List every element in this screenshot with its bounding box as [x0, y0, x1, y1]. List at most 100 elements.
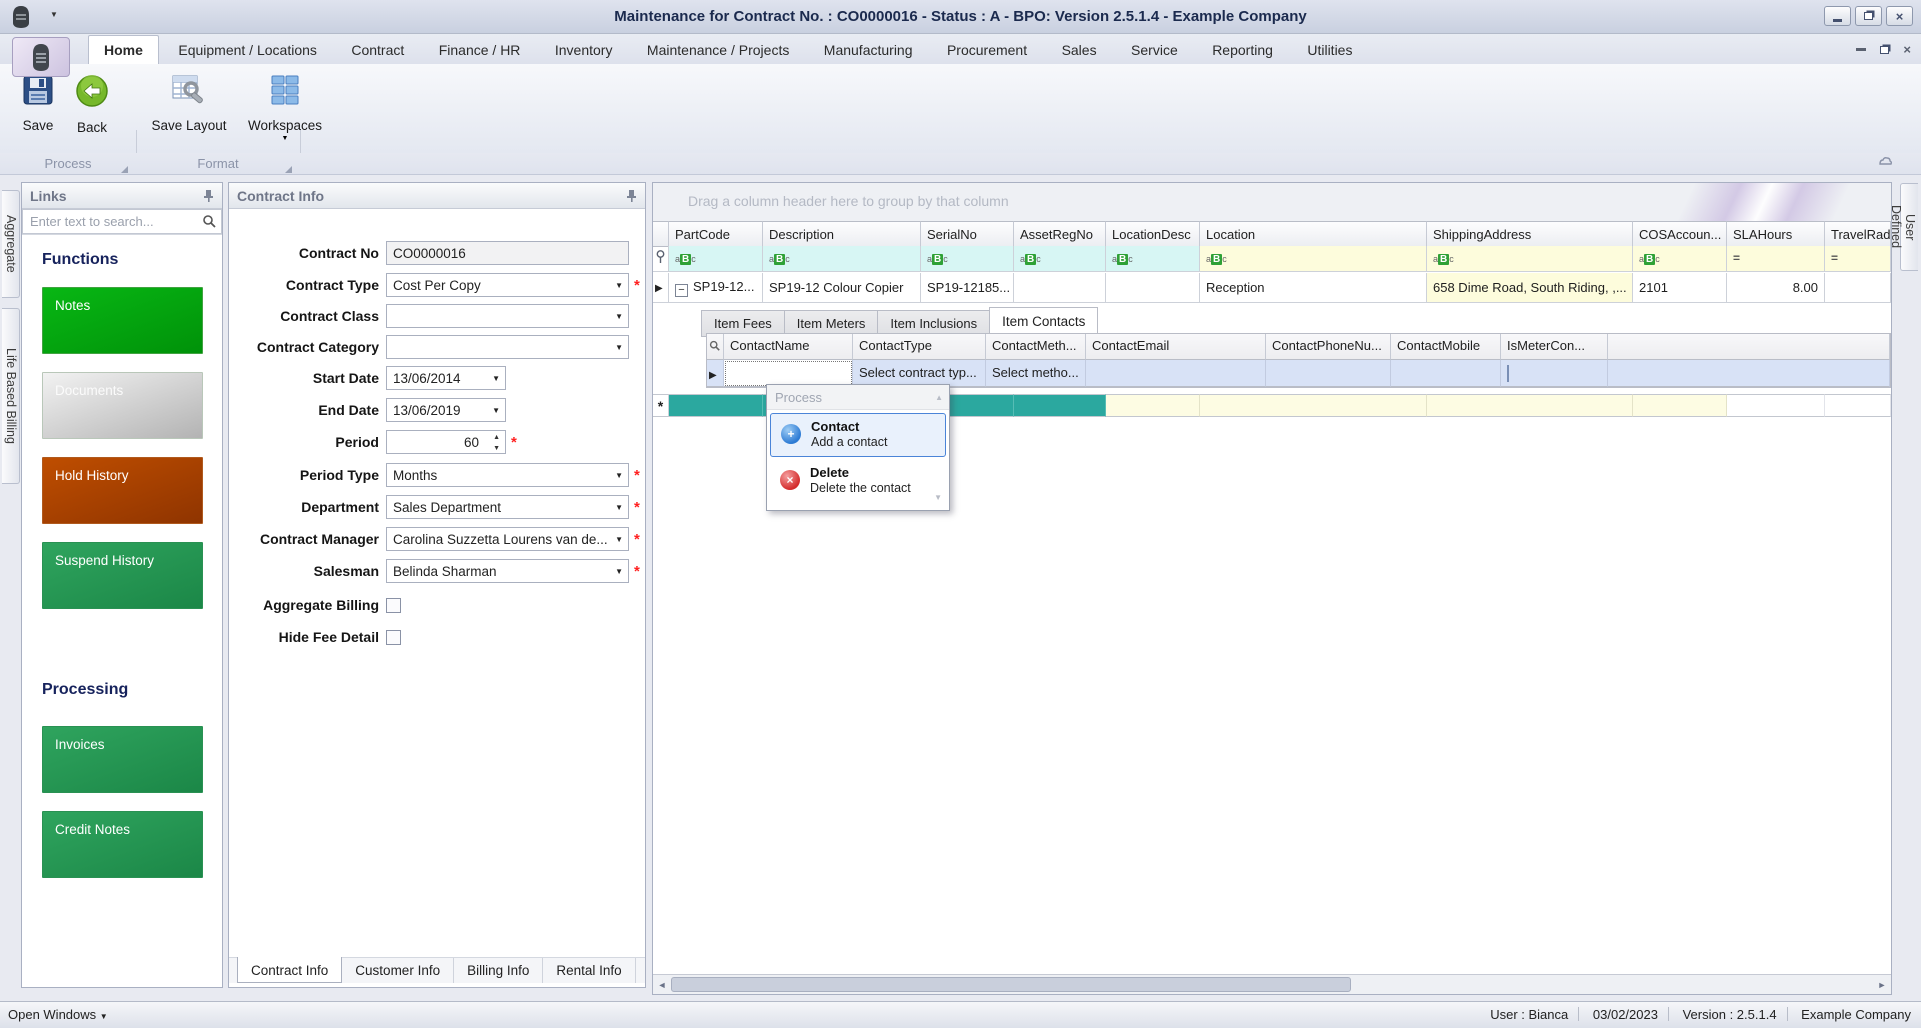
row-expand-indicator[interactable]: ▶ — [653, 273, 669, 303]
side-tab-user-defined[interactable]: User Defined — [1889, 183, 1918, 271]
cell-travelradius[interactable] — [1825, 273, 1891, 303]
tab-billing-info[interactable]: Billing Info — [454, 958, 544, 983]
tab-manufacturing[interactable]: Manufacturing — [809, 36, 928, 65]
filter-cell-cosaccount[interactable]: aBc — [1633, 246, 1727, 272]
contact-method-cell[interactable]: Select metho... — [986, 360, 1086, 387]
side-tab-aggregate[interactable]: Aggregate — [2, 190, 20, 298]
scroll-right-icon[interactable]: ► — [1874, 977, 1890, 993]
chevron-down-icon[interactable]: ▼ — [492, 374, 500, 383]
side-tab-life-based-billing[interactable]: Life Based Billing — [2, 308, 20, 484]
column-header-assetregno[interactable]: AssetRegNo — [1014, 221, 1106, 247]
filter-cell-travelradius[interactable]: = — [1825, 246, 1891, 272]
column-header-cosaccount[interactable]: COSAccoun... — [1633, 221, 1727, 247]
contact-name-edit-cell[interactable] — [724, 360, 853, 387]
chevron-down-icon[interactable]: ▼ — [492, 406, 500, 415]
links-search-input[interactable] — [22, 209, 222, 234]
contract-manager-select[interactable]: Carolina Suzzetta Lourens van de... ▼ — [386, 527, 629, 551]
pin-icon[interactable] — [203, 189, 214, 202]
credit-notes-button[interactable]: Credit Notes — [42, 811, 203, 878]
column-header-contactmethod[interactable]: ContactMeth... — [986, 334, 1086, 360]
new-row-cell-travelradius[interactable] — [1825, 394, 1891, 417]
collapse-ribbon-icon[interactable] — [1877, 156, 1893, 168]
column-header-contactname[interactable]: ContactName — [724, 334, 853, 360]
column-header-slahours[interactable]: SLAHours — [1727, 221, 1825, 247]
menu-item-delete[interactable]: × Delete Delete the contact ▼ — [770, 460, 946, 504]
cell-cosaccount[interactable]: 2101 — [1633, 273, 1727, 303]
collapse-detail-icon[interactable]: − — [675, 284, 688, 297]
period-stepper[interactable]: 60 ▲ ▼ — [386, 430, 506, 454]
filter-cell-shippingaddress[interactable]: aBc — [1427, 246, 1633, 272]
new-row-cell-shippingaddress[interactable] — [1427, 394, 1633, 417]
tab-contract-info[interactable]: Contract Info — [237, 957, 343, 983]
new-row-cell-location[interactable] — [1200, 394, 1427, 417]
notes-button[interactable]: Notes — [42, 287, 203, 354]
horizontal-scrollbar[interactable]: ◄ ► — [653, 974, 1891, 994]
new-row-cell-partcode[interactable] — [669, 394, 763, 417]
cell-partcode[interactable]: − SP19-12... — [669, 273, 763, 303]
department-select[interactable]: Sales Department ▼ — [386, 495, 629, 519]
scrollbar-thumb[interactable] — [671, 977, 1351, 992]
column-header-serialno[interactable]: SerialNo — [921, 221, 1014, 247]
salesman-select[interactable]: Belinda Sharman ▼ — [386, 559, 629, 583]
is-meter-contact-checkbox[interactable] — [1507, 365, 1509, 382]
column-header-contactmobile[interactable]: ContactMobile — [1391, 334, 1501, 360]
save-layout-button[interactable]: Save Layout — [146, 69, 232, 145]
column-header-travelradius[interactable]: TravelRadiu... — [1825, 221, 1891, 247]
tab-finance-hr[interactable]: Finance / HR — [424, 36, 536, 65]
cell-description[interactable]: SP19-12 Colour Copier — [763, 273, 921, 303]
contract-no-field[interactable]: CO0000016 — [386, 241, 629, 265]
tab-inventory[interactable]: Inventory — [540, 36, 628, 65]
new-row-cell-locationdesc[interactable] — [1106, 394, 1200, 417]
tab-maintenance-projects[interactable]: Maintenance / Projects — [632, 36, 804, 65]
chevron-down-icon[interactable]: ▼ — [615, 312, 623, 321]
scroll-left-icon[interactable]: ◄ — [654, 977, 670, 993]
column-header-shippingaddress[interactable]: ShippingAddress — [1427, 221, 1633, 247]
hold-history-button[interactable]: Hold History — [42, 457, 203, 524]
contract-category-select[interactable]: ▼ — [386, 335, 629, 359]
contact-phone-cell[interactable] — [1266, 360, 1391, 387]
hide-fee-detail-checkbox[interactable] — [386, 629, 401, 645]
tab-service[interactable]: Service — [1116, 36, 1193, 65]
cell-locationdesc[interactable] — [1106, 273, 1200, 303]
aggregate-billing-checkbox[interactable] — [386, 597, 401, 613]
filter-cell-slahours[interactable]: = — [1727, 246, 1825, 272]
mdi-minimize-icon[interactable] — [1856, 48, 1867, 51]
mdi-close-icon[interactable]: × — [1903, 42, 1911, 57]
column-header-locationdesc[interactable]: LocationDesc — [1106, 221, 1200, 247]
tab-home[interactable]: Home — [88, 35, 159, 65]
pin-icon[interactable] — [626, 189, 637, 202]
close-button[interactable]: × — [1886, 6, 1913, 26]
cell-slahours[interactable]: 8.00 — [1727, 273, 1825, 303]
open-windows-button[interactable]: Open Windows ▼ — [8, 1007, 108, 1022]
workspaces-button[interactable]: Workspaces ▼ — [240, 69, 330, 145]
tab-rental-info[interactable]: Rental Info — [543, 958, 636, 983]
contact-row-indicator[interactable]: ▶ — [707, 360, 724, 387]
tab-sales[interactable]: Sales — [1047, 36, 1112, 65]
cell-shippingaddress[interactable]: 658 Dime Road, South Riding, ,... — [1427, 273, 1633, 303]
column-header-ismetercontact[interactable]: IsMeterCon... — [1501, 334, 1608, 360]
tab-contract[interactable]: Contract — [336, 36, 419, 65]
chevron-down-icon[interactable]: ▼ — [615, 503, 623, 512]
process-dialog-launcher-icon[interactable] — [121, 166, 128, 173]
filter-cell-assetregno[interactable]: aBc — [1014, 246, 1106, 272]
spinner-up-icon[interactable]: ▲ — [490, 432, 503, 443]
tab-procurement[interactable]: Procurement — [932, 36, 1042, 65]
suspend-history-button[interactable]: Suspend History — [42, 542, 203, 609]
menu-scroll-down-icon[interactable]: ▼ — [934, 493, 942, 502]
column-header-contacttype[interactable]: ContactType — [853, 334, 986, 360]
cell-assetregno[interactable] — [1014, 273, 1106, 303]
column-header-description[interactable]: Description — [763, 221, 921, 247]
filter-cell-partcode[interactable]: aBc — [669, 246, 763, 272]
contract-type-select[interactable]: Cost Per Copy ▼ — [386, 273, 629, 297]
column-header-contactemail[interactable]: ContactEmail — [1086, 334, 1266, 360]
invoices-button[interactable]: Invoices — [42, 726, 203, 793]
chevron-down-icon[interactable]: ▼ — [615, 567, 623, 576]
period-type-select[interactable]: Months ▼ — [386, 463, 629, 487]
menu-scroll-up-icon[interactable]: ▲ — [935, 393, 943, 402]
is-meter-contact-cell[interactable] — [1501, 360, 1608, 387]
chevron-down-icon[interactable]: ▼ — [615, 343, 623, 352]
filter-cell-description[interactable]: aBc — [763, 246, 921, 272]
contact-email-cell[interactable] — [1086, 360, 1266, 387]
group-by-bar[interactable]: Drag a column header here to group by th… — [653, 183, 1891, 221]
tab-utilities[interactable]: Utilities — [1292, 36, 1367, 65]
